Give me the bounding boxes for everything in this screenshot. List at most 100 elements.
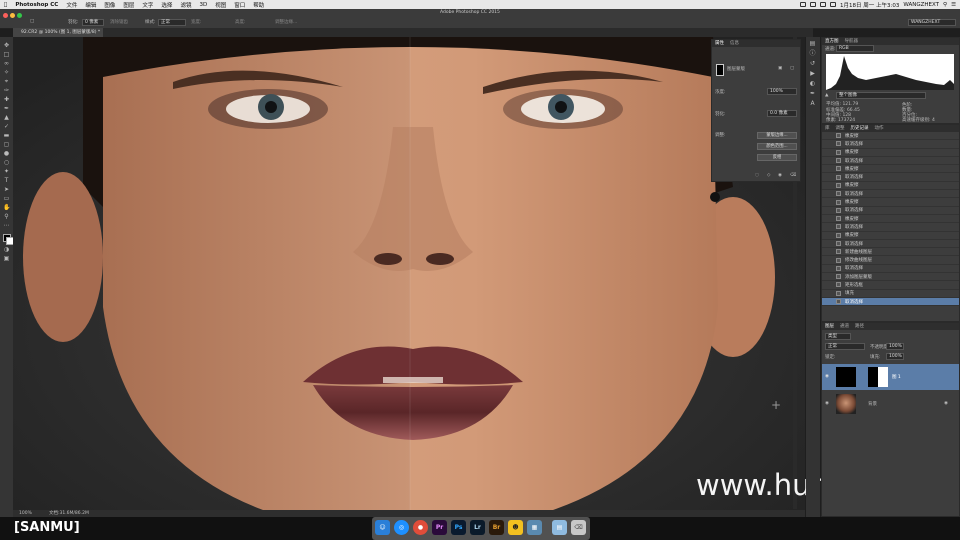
crop-tool-icon[interactable]: ⌖	[3, 79, 10, 85]
move-tool-icon[interactable]: ✥	[3, 43, 10, 49]
stamp-tool-icon[interactable]: ▲	[3, 115, 10, 121]
history-item[interactable]: 取消选择	[822, 265, 959, 274]
eraser-tool-icon[interactable]: ▬	[3, 133, 10, 139]
density-input[interactable]: 100%	[767, 88, 797, 95]
shape-tool-icon[interactable]: ▭	[3, 196, 10, 202]
photoshop-icon[interactable]: Ps	[451, 520, 466, 535]
history-panel-icon[interactable]: ↺	[809, 61, 816, 67]
close-window-icon[interactable]	[3, 13, 8, 18]
history-item[interactable]: 填充	[822, 290, 959, 298]
layer-visibility-icon[interactable]: ◉	[825, 401, 829, 406]
history-item[interactable]: 取消选择	[822, 297, 959, 307]
status-zoom[interactable]: 100%	[19, 510, 32, 517]
history-item[interactable]: 橡皮擦	[822, 182, 959, 191]
zoom-tool-icon[interactable]: ⚲	[3, 214, 10, 220]
bridge-icon[interactable]: Br	[489, 520, 504, 535]
refine-edge-button[interactable]: 调整边缘...	[275, 19, 297, 25]
menu-help[interactable]: 帮助	[249, 1, 268, 9]
history-item[interactable]: 添加图层蒙版	[822, 273, 959, 282]
history-item[interactable]: 取消选择	[822, 157, 959, 166]
menu-file[interactable]: 文件	[62, 1, 81, 9]
chrome-icon[interactable]: ●	[413, 520, 428, 535]
tab-properties[interactable]: 属性	[715, 40, 724, 47]
premiere-icon[interactable]: Pr	[432, 520, 447, 535]
dodge-tool-icon[interactable]: ○	[3, 160, 10, 166]
pixel-mask-icon[interactable]: ▣	[778, 66, 782, 71]
history-item[interactable]: 取消选择	[822, 223, 959, 232]
lightroom-icon[interactable]: Lr	[470, 520, 485, 535]
path-select-tool-icon[interactable]: ➤	[3, 187, 10, 193]
healing-tool-icon[interactable]: ✚	[3, 97, 10, 103]
preview-icon[interactable]: ▦	[527, 520, 542, 535]
blend-mode-select[interactable]: 正常	[825, 343, 865, 350]
antialias-checkbox[interactable]: 消除锯齿	[110, 19, 128, 25]
battery-icon[interactable]	[829, 2, 836, 7]
gradient-tool-icon[interactable]: ▢	[3, 142, 10, 148]
character-panel-icon[interactable]: A	[809, 101, 816, 107]
menu-filter[interactable]: 滤镜	[176, 1, 195, 9]
history-item[interactable]: 取消选择	[822, 173, 959, 182]
history-item[interactable]: 取消选择	[822, 190, 959, 199]
workspace-select[interactable]: WANGZHEXT	[908, 19, 956, 26]
tab-channels[interactable]: 通道	[840, 323, 849, 330]
lasso-tool-icon[interactable]: ∞	[3, 61, 10, 67]
apple-icon[interactable]: 	[0, 2, 11, 8]
marquee-tool-icon[interactable]: □	[30, 19, 34, 24]
history-item[interactable]: 橡皮擦	[822, 215, 959, 224]
vector-mask-icon[interactable]: ▢	[790, 66, 794, 71]
menubar-user[interactable]: WANGZHEXT	[903, 2, 939, 8]
tab-navigator[interactable]: 导航器	[845, 38, 859, 45]
history-item[interactable]: 橡皮擦	[822, 132, 959, 141]
quick-mask-icon[interactable]: ◑	[3, 247, 10, 253]
feather-input[interactable]: 0 像素	[82, 19, 104, 26]
info-panel-icon[interactable]: ⓘ	[809, 51, 816, 57]
status-icon[interactable]	[799, 2, 806, 7]
minimize-window-icon[interactable]	[10, 13, 15, 18]
history-item[interactable]: 橡皮擦	[822, 198, 959, 207]
menu-edit[interactable]: 编辑	[81, 1, 100, 9]
history-item[interactable]: 取消选择	[822, 240, 959, 249]
channel-select[interactable]: RGB	[836, 45, 874, 52]
tab-layers[interactable]: 图层	[825, 323, 834, 330]
wifi-icon[interactable]	[809, 2, 816, 7]
menu-3d[interactable]: 3D	[195, 2, 211, 8]
invert-button[interactable]: 反相	[757, 154, 797, 161]
menu-image[interactable]: 图像	[100, 1, 119, 9]
history-item[interactable]: 橡皮擦	[822, 149, 959, 157]
histogram-panel-icon[interactable]: ▤	[809, 41, 816, 47]
pen-tool-icon[interactable]: ✦	[3, 169, 10, 175]
history-item[interactable]: 橡皮擦	[822, 232, 959, 240]
type-tool-icon[interactable]: T	[3, 178, 10, 184]
menu-view[interactable]: 视图	[211, 1, 230, 9]
menu-type[interactable]: 文字	[138, 1, 157, 9]
search-icon[interactable]: ⚲	[943, 2, 947, 8]
tab-history[interactable]: 历史记录	[851, 125, 869, 132]
load-selection-icon[interactable]: ◌	[755, 173, 759, 178]
folder-icon[interactable]: ▤	[552, 520, 567, 535]
menu-select[interactable]: 选择	[157, 1, 176, 9]
layer-row[interactable]: ◉ 图 1	[822, 364, 959, 390]
actions-panel-icon[interactable]: ▶	[809, 71, 816, 77]
zoom-window-icon[interactable]	[17, 13, 22, 18]
history-item[interactable]: 取消选择	[822, 140, 959, 149]
history-brush-tool-icon[interactable]: ✓	[3, 124, 10, 130]
brush-panel-icon[interactable]: ✒	[809, 91, 816, 97]
color-range-button[interactable]: 颜色范围...	[757, 143, 797, 150]
document-tab[interactable]: 92.CR2 @ 100% (图 1, 图层蒙版/8) *	[13, 28, 103, 37]
feather-input[interactable]: 0.0 像素	[767, 110, 797, 117]
menubar-clock[interactable]: 1月18日 周一 上午3:03	[840, 1, 899, 9]
layer-name[interactable]: 背景	[868, 401, 877, 407]
qq-icon[interactable]: ☻	[508, 520, 523, 535]
hand-tool-icon[interactable]: ✋	[3, 205, 10, 211]
history-item[interactable]: 取消选择	[822, 207, 959, 215]
history-item[interactable]: 新建曲线图层	[822, 248, 959, 257]
trash-icon[interactable]: ⌫	[571, 520, 586, 535]
tab-actions[interactable]: 动作	[875, 125, 884, 132]
menu-app[interactable]: Photoshop CC	[11, 2, 62, 8]
tab-histogram[interactable]: 直方图	[825, 38, 839, 45]
history-item[interactable]: 橡皮擦	[822, 165, 959, 174]
list-icon[interactable]: ☰	[951, 2, 956, 8]
layer-filter-select[interactable]: 类型	[825, 333, 851, 340]
canvas[interactable]: +	[13, 37, 805, 510]
tab-adjustments[interactable]: 调整	[836, 125, 845, 132]
